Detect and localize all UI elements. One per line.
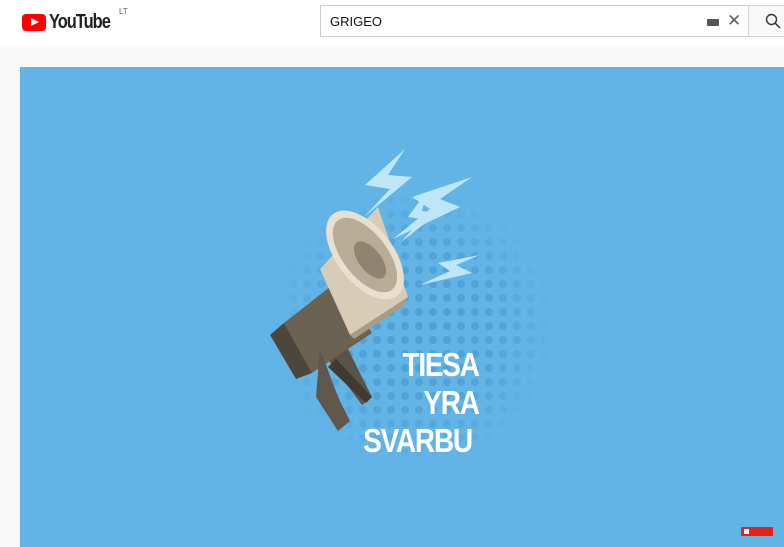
youtube-logo-icon <box>22 13 46 31</box>
logo-text: YouTube <box>49 10 111 33</box>
title-line-3: SVARBU <box>363 422 473 459</box>
keyboard-icon[interactable] <box>707 19 719 26</box>
title-line-2: YRA <box>423 384 480 421</box>
youtube-logo[interactable]: YouTube LT <box>22 7 128 33</box>
search-icon <box>765 13 781 29</box>
video-player[interactable]: TIESA YRA SVARBU <box>20 67 784 547</box>
search-input-value: GRIGEO <box>330 14 383 29</box>
search-button[interactable] <box>748 5 784 37</box>
search-input[interactable]: GRIGEO ✕ <box>320 5 748 37</box>
country-code: LT <box>119 7 128 16</box>
masthead: YouTube LT GRIGEO ✕ <box>0 0 784 46</box>
title-line-1: TIESA <box>402 346 480 383</box>
video-artwork <box>260 149 570 487</box>
video-title-text: TIESA YRA SVARBU <box>358 346 494 460</box>
subscribe-badge-icon[interactable] <box>741 527 773 536</box>
clear-icon[interactable]: ✕ <box>727 11 741 31</box>
